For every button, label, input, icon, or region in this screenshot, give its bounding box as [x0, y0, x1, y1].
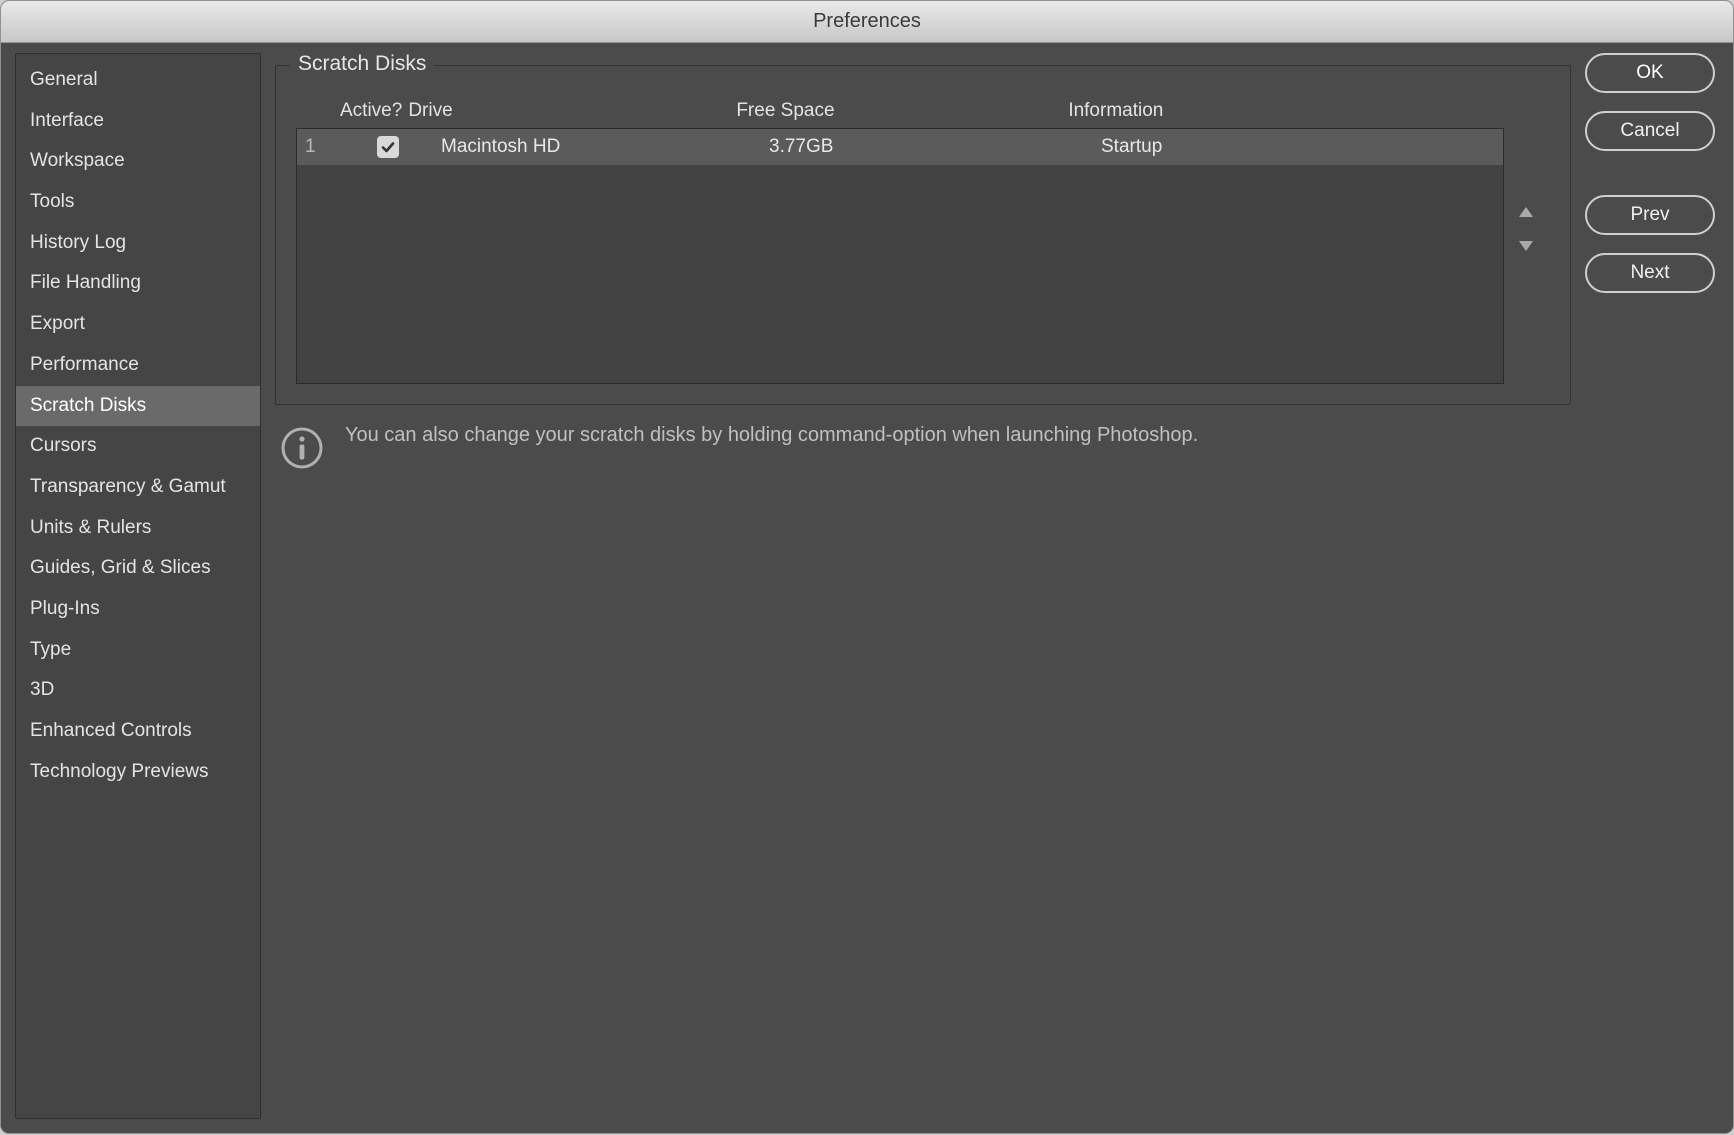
row-information: Startup: [1095, 136, 1503, 158]
sidebar-item[interactable]: Units & Rulers: [16, 508, 260, 549]
col-header-drive: Drive: [402, 100, 730, 122]
cancel-button[interactable]: Cancel: [1585, 111, 1715, 151]
reorder-arrows: [1514, 94, 1550, 384]
sidebar-item[interactable]: Guides, Grid & Slices: [16, 548, 260, 589]
category-sidebar: GeneralInterfaceWorkspaceToolsHistory Lo…: [15, 53, 261, 1119]
sidebar-item[interactable]: Performance: [16, 345, 260, 386]
move-up-button[interactable]: [1514, 201, 1538, 223]
sidebar-item[interactable]: Cursors: [16, 426, 260, 467]
row-free-space: 3.77GB: [763, 136, 1095, 158]
active-checkbox[interactable]: [377, 136, 399, 158]
window-body: GeneralInterfaceWorkspaceToolsHistory Lo…: [1, 43, 1733, 1133]
prev-button[interactable]: Prev: [1585, 195, 1715, 235]
triangle-up-icon: [1517, 205, 1535, 219]
info-icon: [281, 427, 323, 469]
table-body[interactable]: 1 Macintosh HD3.77GBStartup: [296, 128, 1504, 384]
sidebar-item[interactable]: Interface: [16, 101, 260, 142]
sidebar-item[interactable]: 3D: [16, 670, 260, 711]
row-active-cell: [341, 136, 435, 158]
sidebar-item[interactable]: History Log: [16, 223, 260, 264]
sidebar-item[interactable]: Plug-Ins: [16, 589, 260, 630]
group-title: Scratch Disks: [290, 52, 434, 76]
row-number: 1: [297, 136, 341, 158]
sidebar-item[interactable]: Transparency & Gamut: [16, 467, 260, 508]
scratch-disks-table: # Active? Drive Free Space Information 1…: [296, 94, 1504, 384]
col-header-info: Information: [1062, 100, 1504, 122]
sidebar-item[interactable]: Type: [16, 630, 260, 671]
next-button[interactable]: Next: [1585, 253, 1715, 293]
sidebar-item[interactable]: Technology Previews: [16, 752, 260, 793]
hint-text: You can also change your scratch disks b…: [345, 421, 1198, 450]
triangle-down-icon: [1517, 239, 1535, 253]
preferences-window: Preferences GeneralInterfaceWorkspaceToo…: [1, 1, 1733, 1133]
window-title: Preferences: [813, 10, 921, 33]
window-titlebar: Preferences: [1, 1, 1733, 43]
table-row[interactable]: 1 Macintosh HD3.77GBStartup: [297, 129, 1503, 165]
sidebar-item[interactable]: Enhanced Controls: [16, 711, 260, 752]
sidebar-item[interactable]: Export: [16, 304, 260, 345]
checkmark-icon: [380, 139, 396, 155]
sidebar-item[interactable]: Scratch Disks: [16, 386, 260, 427]
table-header: # Active? Drive Free Space Information: [296, 94, 1504, 128]
col-header-active: Active?: [340, 100, 402, 122]
main-panel: Scratch Disks # Active? Drive Free Space…: [275, 53, 1571, 1119]
ok-button[interactable]: OK: [1585, 53, 1715, 93]
dialog-buttons: OK Cancel Prev Next: [1585, 53, 1715, 1119]
hint-row: You can also change your scratch disks b…: [275, 405, 1571, 469]
scratch-disks-table-wrap: # Active? Drive Free Space Information 1…: [296, 94, 1550, 384]
sidebar-item[interactable]: General: [16, 60, 260, 101]
scratch-disks-group: Scratch Disks # Active? Drive Free Space…: [275, 65, 1571, 405]
sidebar-item[interactable]: File Handling: [16, 263, 260, 304]
sidebar-item[interactable]: Workspace: [16, 141, 260, 182]
move-down-button[interactable]: [1514, 235, 1538, 257]
row-drive: Macintosh HD: [435, 136, 763, 158]
col-header-free: Free Space: [730, 100, 1062, 122]
sidebar-item[interactable]: Tools: [16, 182, 260, 223]
